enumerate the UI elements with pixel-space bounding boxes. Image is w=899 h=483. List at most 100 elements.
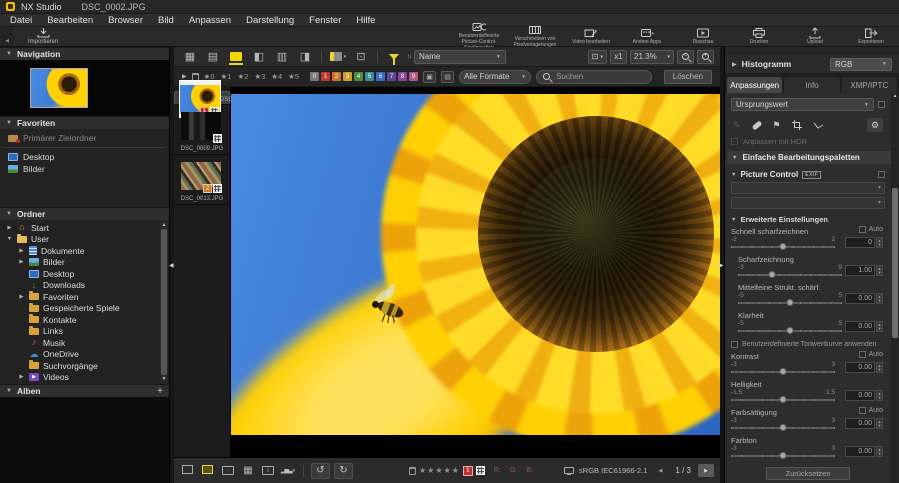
toolbar-button-slideshow[interactable]: Diaschau: [675, 27, 731, 46]
menu-datei[interactable]: Datei: [10, 15, 32, 26]
color-label-8[interactable]: 8: [398, 72, 407, 81]
folder-item-musik[interactable]: ♪Musik: [2, 337, 157, 349]
stepper-icon[interactable]: ▲▼: [876, 390, 883, 401]
rotate-left-button[interactable]: ↺: [311, 463, 330, 479]
delete-button[interactable]: Löschen: [664, 70, 712, 84]
color-label-2[interactable]: 2: [332, 72, 341, 81]
preset-checkbox[interactable]: [878, 101, 885, 108]
color-label-9[interactable]: 9: [409, 72, 418, 81]
expand-icon[interactable]: ▶: [18, 259, 25, 265]
zoom-1to1-button[interactable]: x1: [610, 50, 627, 64]
color-label-6[interactable]: 6: [376, 72, 385, 81]
view-compare-button[interactable]: ◨: [295, 49, 315, 65]
slider-track[interactable]: [731, 424, 835, 432]
slider-track[interactable]: [731, 368, 835, 376]
scrollbar-thumb[interactable]: [892, 188, 898, 338]
expand-icon[interactable]: ▶: [18, 294, 25, 300]
picture-control-select[interactable]: [731, 182, 885, 194]
scroll-down-icon[interactable]: ▼: [162, 376, 167, 382]
color-label-4[interactable]: 4: [354, 72, 363, 81]
sort-direction-icon[interactable]: ↑↓: [407, 54, 411, 60]
auto-checkbox[interactable]: [859, 351, 866, 358]
folder-item-kontakte[interactable]: Kontakte: [2, 314, 157, 326]
advanced-settings-header[interactable]: ▼ Erweiterte Einstellungen: [731, 215, 885, 224]
simple-palettes-header[interactable]: ▼ Einfache Bearbeitungspaletten: [727, 151, 894, 164]
tab-anpassungen[interactable]: Anpassungen: [727, 77, 782, 93]
zoom-in-button[interactable]: +: [697, 50, 714, 64]
view-grid-button[interactable]: ▦: [180, 49, 200, 65]
folder-tree-scrollbar[interactable]: ▲ ▼: [160, 222, 168, 382]
raw-jpeg-filter-icon[interactable]: ▣: [423, 71, 436, 83]
collapse-panel-icon[interactable]: ▶: [719, 262, 724, 269]
color-label-1[interactable]: 1: [321, 72, 330, 81]
star-filter-1[interactable]: ★1: [221, 72, 232, 81]
slider-track[interactable]: [731, 452, 835, 460]
toolbar-button-print[interactable]: Drucken: [731, 27, 787, 46]
slider-value[interactable]: 0.00: [845, 321, 875, 332]
fullscreen-button[interactable]: ⊡: [351, 49, 371, 65]
rating-stars[interactable]: ★★★★★: [419, 466, 460, 475]
info-overlay-button[interactable]: i: [260, 464, 276, 478]
panel-scrollbar[interactable]: ▲: [891, 93, 899, 483]
star-filter-5[interactable]: ★5: [288, 72, 299, 81]
folder-item-gespeicherte-spiele[interactable]: Gespeicherte Spiele: [2, 303, 157, 315]
folder-item-onedrive[interactable]: ☁OneDrive: [2, 349, 157, 361]
folder-item-desktop[interactable]: Desktop: [2, 268, 157, 280]
reset-button[interactable]: Zurücksetzen: [766, 467, 850, 480]
previous-image-button[interactable]: ◀: [652, 464, 668, 477]
slider-knob[interactable]: [787, 327, 794, 334]
expand-icon[interactable]: ▶: [6, 225, 13, 231]
auto-checkbox[interactable]: [859, 407, 866, 414]
navigation-thumbnail[interactable]: [30, 68, 88, 108]
slider-track[interactable]: [731, 243, 835, 251]
filmstrip-item[interactable]: 2 DSC_0013.JPG: [174, 155, 230, 205]
scrollbar-thumb[interactable]: [161, 229, 167, 375]
slider-value[interactable]: 0.00: [845, 418, 875, 429]
menu-bild[interactable]: Bild: [158, 15, 174, 26]
menu-darstellung[interactable]: Darstellung: [246, 15, 294, 26]
view-image-button[interactable]: [226, 49, 246, 65]
panel-splitter[interactable]: ▶: [720, 47, 724, 483]
expand-icon[interactable]: ▶: [732, 61, 737, 68]
albums-header[interactable]: ▼ Alben +: [0, 384, 169, 397]
stepper-icon[interactable]: ▲▼: [876, 293, 883, 304]
histogram-overlay-button[interactable]: ▂▅▃▾: [280, 464, 296, 478]
menu-fenster[interactable]: Fenster: [309, 15, 341, 26]
favorite-bilder[interactable]: Bilder: [0, 163, 169, 175]
picture-control-header[interactable]: ▼ Picture Control EXIF: [731, 170, 885, 179]
toolbar-button-video-edit[interactable]: Video bearbeiten: [563, 27, 619, 46]
scroll-up-icon[interactable]: ▲: [162, 222, 167, 228]
preset-select[interactable]: Ursprungswert ▼: [731, 98, 874, 111]
menu-hilfe[interactable]: Hilfe: [356, 15, 375, 26]
expand-icon[interactable]: ▶: [18, 248, 25, 254]
view-split-button[interactable]: ◧: [249, 49, 269, 65]
filmstrip-item[interactable]: 1 DSC_0002.JPG: [174, 91, 230, 105]
folder-item-bilder[interactable]: ▶Bilder: [2, 257, 157, 269]
picture-control-checkbox[interactable]: [878, 171, 885, 178]
slider-value[interactable]: 0.00: [845, 293, 875, 304]
format-filter-select[interactable]: Alle Formate ▼: [459, 70, 531, 84]
folder-item-start[interactable]: ▶⌂Start: [2, 222, 157, 234]
view-list-button[interactable]: ▤: [203, 49, 223, 65]
folder-item-suchvorg-nge[interactable]: Suchvorgänge: [2, 360, 157, 372]
favorite-desktop[interactable]: Desktop: [0, 151, 169, 163]
view-2up-button[interactable]: ▥: [272, 49, 292, 65]
stepper-icon[interactable]: ▲▼: [876, 446, 883, 457]
next-image-button[interactable]: ▶: [698, 464, 714, 477]
toolbar-button-export[interactable]: Exportieren: [843, 27, 899, 46]
grid-overlay-button[interactable]: ▦: [240, 464, 256, 478]
folders-header[interactable]: ▼ Ordner: [0, 207, 169, 220]
image-canvas[interactable]: [231, 87, 720, 457]
toolbar-button-pixel-merge[interactable]: Verschmelzen von Pixelverlagerungen: [507, 27, 563, 46]
star-filter-4[interactable]: ★4: [271, 72, 282, 81]
sort-select[interactable]: Name ▼: [414, 50, 506, 64]
slider-knob[interactable]: [769, 271, 776, 278]
slider-knob[interactable]: [780, 452, 787, 459]
filmstrip-item[interactable]: DSC_0009.JPG: [174, 105, 230, 155]
slider-track[interactable]: [731, 396, 835, 404]
filter-button[interactable]: [384, 49, 404, 65]
stepper-icon[interactable]: ▲▼: [876, 265, 883, 276]
compare-view-button[interactable]: [180, 464, 196, 478]
stepper-icon[interactable]: ▲▼: [876, 362, 883, 373]
menu-browser[interactable]: Browser: [108, 15, 143, 26]
